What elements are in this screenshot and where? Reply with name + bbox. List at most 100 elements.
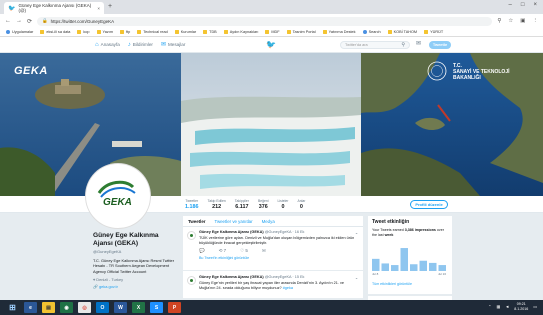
url-field[interactable]: 🔒 https://twitter.com/GuneyEgeKA <box>37 16 493 26</box>
new-tab-button[interactable]: + <box>108 3 112 10</box>
ie-icon[interactable]: e <box>24 302 37 313</box>
bookmark-item[interactable]: Uygulamalar <box>6 30 33 34</box>
profile-banner: GEKA T.C. SANAYİ VE TEKNOLOJİ BAKANLIĞI <box>0 53 543 196</box>
nav-messages[interactable]: ✉ Mesajlar <box>161 41 185 48</box>
activity-summary: Your Tweets earned 3,386 impressions ove… <box>372 228 444 237</box>
chrome-icon[interactable]: ◎ <box>78 302 91 313</box>
nav-notifications[interactable]: ♪ Bildirimler <box>128 41 153 48</box>
word-icon[interactable]: W <box>114 302 127 313</box>
tweet-activity-link[interactable]: Bu Tweet'in etkinliğini görüntüle <box>199 256 358 260</box>
activity-bar <box>410 264 418 271</box>
system-clock[interactable]: 09:21 8.1.2016 <box>514 302 528 311</box>
nav-home[interactable]: ⌂ Anasayfa <box>95 41 120 48</box>
like-icon[interactable]: ♡ 5 <box>240 248 248 254</box>
search-icon[interactable]: ⚲ <box>401 42 405 48</box>
bookmark-item[interactable]: Yatırıma Destek <box>322 30 356 34</box>
twitter-logo-icon[interactable]: 🐦 <box>266 40 276 49</box>
chevron-up-icon[interactable]: ⌃ <box>488 304 491 309</box>
bookmark-item[interactable]: ftp <box>120 30 130 34</box>
edit-profile-button[interactable]: Profili düzenle <box>410 200 448 209</box>
profile-handle: @GuneyEgeKA <box>93 249 122 254</box>
bookmark-item[interactable]: kop <box>77 30 90 34</box>
bookmark-star-icon[interactable]: ☆ <box>508 18 513 24</box>
bookmark-item[interactable]: Search <box>362 30 381 34</box>
retweet-icon[interactable]: ⟲ 7 <box>219 248 227 254</box>
bookmarks-bar: Uygulamalar eksi-ili sa data kop Yazım f… <box>0 28 543 37</box>
reload-icon[interactable]: ⟳ <box>27 18 32 25</box>
date-start: Jul 8 <box>372 272 379 276</box>
tweet-button[interactable]: Tweetle <box>429 41 451 49</box>
direct-message-icon[interactable]: ✉ <box>416 40 421 47</box>
browser-toolbar-icons: ⚲ ☆ ▣ ⋮ <box>497 18 538 24</box>
stat-lists[interactable]: Listeler 0 <box>278 199 289 210</box>
menu-icon[interactable]: ⋮ <box>533 18 539 24</box>
excel-icon[interactable]: X <box>132 302 145 313</box>
tweet-handle: @GuneyEgeKA · 16 Ek <box>264 230 305 234</box>
network-icon[interactable]: ▦ <box>496 304 500 309</box>
green-app-icon[interactable]: ◉ <box>60 302 73 313</box>
bookmark-item[interactable]: KOBİ TAHOM <box>387 30 417 34</box>
file-explorer-icon[interactable]: ▤ <box>42 302 55 313</box>
bookmark-item[interactable]: MDF <box>265 30 280 34</box>
reply-icon[interactable]: 💬 <box>199 248 205 254</box>
profile-name: Güney Ege Kalkınma Ajansı (GEKA) <box>93 232 159 247</box>
tab-tweets-replies[interactable]: Tweetler ve yanıtlar <box>215 219 253 224</box>
folder-icon <box>77 30 82 34</box>
tweet-avatar[interactable] <box>187 276 196 285</box>
bookmark-item[interactable]: YÜRÜT <box>424 30 443 34</box>
powerpoint-icon[interactable]: P <box>168 302 181 313</box>
outlook-icon[interactable]: O <box>96 302 109 313</box>
bookmark-item[interactable]: Technical read <box>137 30 168 34</box>
bookmark-item[interactable]: eksi-ili sa data <box>40 30 70 34</box>
bookmark-item[interactable]: TDB <box>203 30 217 34</box>
search-icon <box>362 30 367 34</box>
maximize-button[interactable]: □ <box>521 2 525 8</box>
extension-icon[interactable]: ▣ <box>520 18 525 24</box>
search-input[interactable]: Twitter'da ara ⚲ <box>340 41 410 49</box>
minimize-button[interactable]: – <box>509 2 512 8</box>
bookmark-item[interactable]: Tasnim Portal <box>286 30 316 34</box>
apps-icon <box>6 30 10 34</box>
hashtag-link[interactable]: #geka <box>283 286 293 290</box>
chevron-down-icon[interactable]: ⌄ <box>355 230 358 235</box>
volume-icon[interactable]: ◄ <box>505 304 509 309</box>
tab-tweets[interactable]: Tweetler <box>188 219 206 224</box>
stat-tweets[interactable]: Tweetler 1.186 <box>185 199 199 210</box>
zoom-icon[interactable]: ⚲ <box>497 18 501 24</box>
stat-followers[interactable]: Takipçiler 6.117 <box>235 199 249 210</box>
tweet-author[interactable]: Güney Ege Kalkınma Ajansı (GEKA) <box>199 275 264 279</box>
close-tab-icon[interactable]: × <box>97 6 100 11</box>
browser-tab[interactable]: 🐦 Güney Ege Kalkınma Ajansı (GEKA) (@) × <box>4 2 104 14</box>
chevron-down-icon[interactable]: ⌄ <box>355 275 358 280</box>
windows-start-icon[interactable]: ⊞ <box>6 302 19 313</box>
tweet-author[interactable]: Güney Ege Kalkınma Ajansı (GEKA) <box>199 230 264 234</box>
bookmark-item[interactable]: Aydın Kaynakları <box>223 30 258 34</box>
profile-link[interactable]: 🔗 geka.gov.tr <box>93 284 178 289</box>
tweet-text: TÜİK verilerine göre ayları. Denizli ve … <box>199 236 355 245</box>
skype-icon[interactable]: S <box>150 302 163 313</box>
bookmark-item[interactable]: Kurumlar <box>174 30 196 34</box>
notification-icon[interactable]: ▭ <box>533 304 537 309</box>
view-all-activity-link[interactable]: Tüm etkinlikleri görüntüle <box>372 282 412 286</box>
bookmark-item[interactable]: Yazım <box>96 30 113 34</box>
tweet-item[interactable]: Güney Ege Kalkınma Ajansı (GEKA) @GuneyE… <box>183 272 363 298</box>
folder-icon <box>174 30 179 34</box>
tweet-avatar[interactable] <box>187 231 196 240</box>
twitter-navbar: ⌂ Anasayfa ♪ Bildirimler ✉ Mesajlar 🐦 Twitt… <box>0 37 543 53</box>
system-tray: ⌃ ▦ ◄ 09:21 8.1.2016 ▭ <box>488 302 537 311</box>
tab-media[interactable]: Medya <box>262 219 275 224</box>
forward-icon[interactable]: → <box>16 18 22 24</box>
back-icon[interactable]: ← <box>5 18 11 24</box>
close-window-button[interactable]: × <box>533 2 537 8</box>
activity-bar-chart <box>372 248 446 271</box>
profile-avatar[interactable]: GEKA <box>86 164 150 228</box>
stat-likes[interactable]: Beğeni 376 <box>258 199 269 210</box>
tweet-item[interactable]: Güney Ege Kalkınma Ajansı (GEKA) @GuneyE… <box>183 227 363 271</box>
dm-icon[interactable]: ✉ <box>262 248 266 254</box>
activity-bar <box>438 265 446 271</box>
activity-title: Tweet etkinliğin <box>372 219 410 225</box>
stat-following[interactable]: Takip Edilen 212 <box>208 199 226 210</box>
activity-bar <box>429 262 437 271</box>
stat-moments[interactable]: Anlar 0 <box>297 199 305 210</box>
folder-icon <box>137 30 142 34</box>
